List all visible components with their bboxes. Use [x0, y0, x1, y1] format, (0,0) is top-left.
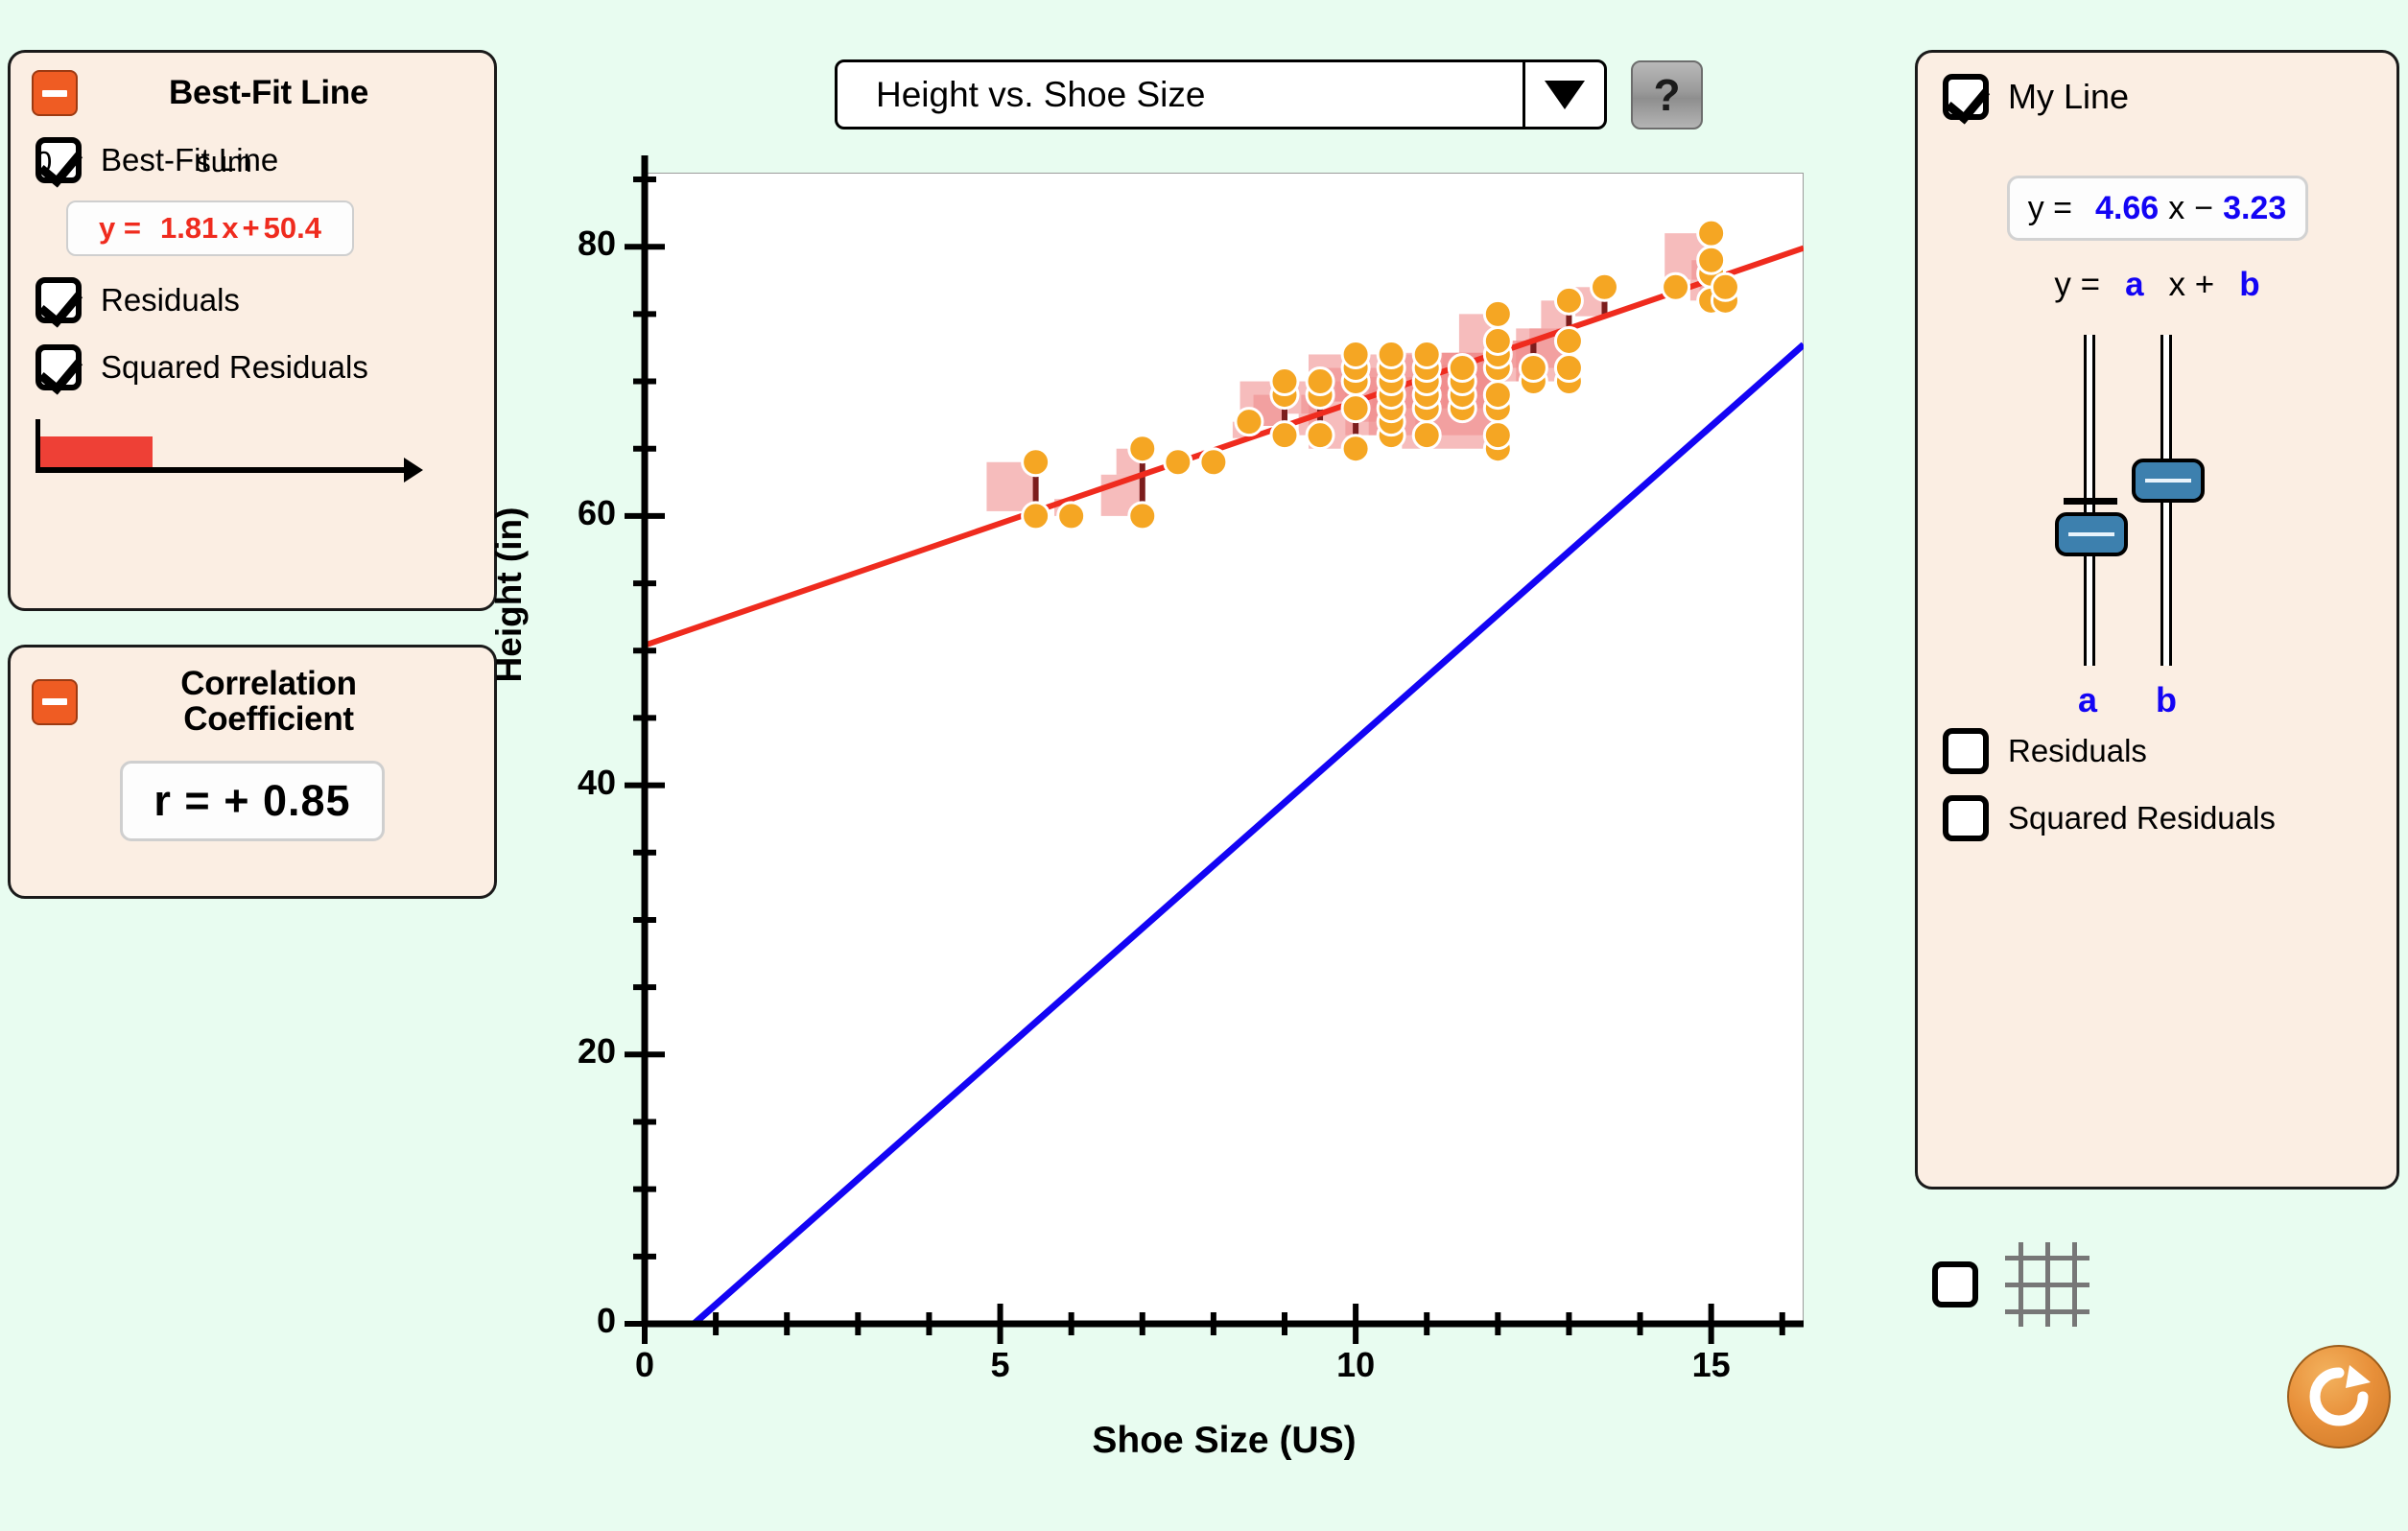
sum-bar-sum-label: sum [196, 145, 252, 178]
slider-a-center-tick [2064, 498, 2117, 505]
x-tick-label: 10 [1336, 1345, 1376, 1384]
equation-prefix: y = [98, 211, 141, 245]
equation-prefix: y = [2027, 189, 2073, 226]
panel-title: Correlation Coefficient [62, 665, 475, 738]
panel-title: Best-Fit Line [168, 73, 369, 111]
checkbox-residuals[interactable]: Residuals [11, 277, 494, 323]
equation-sign: − [2194, 189, 2214, 226]
checkbox-box[interactable] [1943, 795, 1989, 841]
y-tick-label: 40 [577, 762, 616, 802]
grid-toggle-row[interactable] [1932, 1242, 2089, 1327]
panel-title-line2: Coefficient [183, 699, 354, 738]
checkbox-my-line-squared-residuals[interactable]: Squared Residuals [1918, 795, 2396, 841]
chevron-down-icon[interactable] [1523, 62, 1604, 127]
checkbox-label: Residuals [101, 282, 240, 318]
checkbox-box[interactable] [1943, 74, 1989, 120]
equation-slope: 4.66 [2095, 189, 2160, 226]
form-mid: x + [2168, 266, 2215, 303]
y-tick-label: 20 [577, 1031, 616, 1072]
sum-of-squares-bar [35, 419, 423, 486]
sum-bar-zero-label: 0 [35, 145, 53, 178]
slider-zone: a b [1918, 325, 2396, 719]
x-tick-label: 0 [634, 1345, 655, 1384]
slider-b-thumb[interactable] [2132, 458, 2205, 503]
question-mark-icon: ? [1653, 70, 1681, 120]
sum-bar-arrowhead [404, 458, 423, 483]
checkbox-my-line-residuals[interactable]: Residuals [1918, 728, 2396, 774]
x-tick-label: 5 [990, 1345, 1010, 1384]
reset-arrow-icon [2309, 1365, 2371, 1426]
dataset-dropdown[interactable]: Height vs. Shoe Size [835, 59, 1607, 130]
my-line-label: My Line [2008, 77, 2130, 116]
y-tick-label: 60 [577, 492, 616, 532]
y-axis-label: Height (in) [489, 506, 529, 683]
checkbox-box[interactable] [1943, 728, 1989, 774]
equation-intercept: 3.23 [2223, 189, 2287, 226]
x-axis-label: Shoe Size (US) [1092, 1420, 1357, 1461]
form-a: a [2125, 266, 2144, 303]
best-fit-line-panel: Best-Fit Line Best-Fit Line y = 1.81 x +… [8, 50, 497, 611]
slider-b-label: b [2156, 680, 2177, 719]
my-line-panel: My Line y = 4.66 x − 3.23 y = a x + b a … [1915, 50, 2399, 1189]
checkbox-box[interactable] [35, 344, 82, 390]
equation-slope: 1.81 [159, 211, 219, 245]
my-line-equation-readout: y = 4.66 x − 3.23 [2006, 176, 2308, 241]
checkbox-box[interactable] [35, 277, 82, 323]
form-prefix: y = [2054, 266, 2101, 303]
y-tick-label: 80 [577, 224, 616, 264]
sum-bar-axis-horizontal [35, 467, 414, 473]
best-fit-panel-header: Best-Fit Line [11, 53, 494, 116]
sum-bar-fill [40, 436, 153, 467]
grid-icon [2005, 1242, 2089, 1327]
sum-bar-labels: 0 sum [35, 145, 419, 179]
slider-a-label: a [2078, 680, 2098, 719]
y-tick-label: 0 [596, 1301, 616, 1340]
x-tick-label: 15 [1691, 1345, 1731, 1384]
plot-axes [625, 155, 1804, 1344]
slider-a-thumb[interactable] [2055, 512, 2128, 557]
equation-intercept: 50.4 [263, 211, 321, 245]
checkbox-label: Residuals [2008, 733, 2147, 768]
form-b: b [2239, 266, 2260, 303]
correlation-coefficient-panel: Correlation Coefficient r = + 0.85 [8, 645, 497, 899]
checkbox-squared-residuals[interactable]: Squared Residuals [11, 344, 494, 390]
equation-sign: + [242, 211, 260, 245]
checkbox-label: Squared Residuals [101, 349, 368, 385]
checkbox-box[interactable] [1932, 1261, 1978, 1307]
correlation-panel-header: Correlation Coefficient [11, 648, 494, 738]
best-fit-equation-readout: y = 1.81 x + 50.4 [66, 200, 354, 256]
checkbox-label: Squared Residuals [2008, 800, 2276, 836]
equation-x: x [2168, 189, 2185, 226]
dataset-dropdown-label: Height vs. Shoe Size [876, 74, 1206, 114]
reset-all-button[interactable] [2287, 1345, 2391, 1449]
equation-x: x [222, 211, 239, 245]
panel-title-line1: Correlation [180, 665, 357, 702]
help-button[interactable]: ? [1631, 60, 1703, 130]
my-line-equation-form: y = a x + b [1918, 266, 2396, 304]
correlation-value: r = + 0.85 [153, 775, 351, 825]
my-line-checkbox-row[interactable]: My Line [1918, 53, 2396, 120]
correlation-value-readout: r = + 0.85 [120, 760, 385, 841]
